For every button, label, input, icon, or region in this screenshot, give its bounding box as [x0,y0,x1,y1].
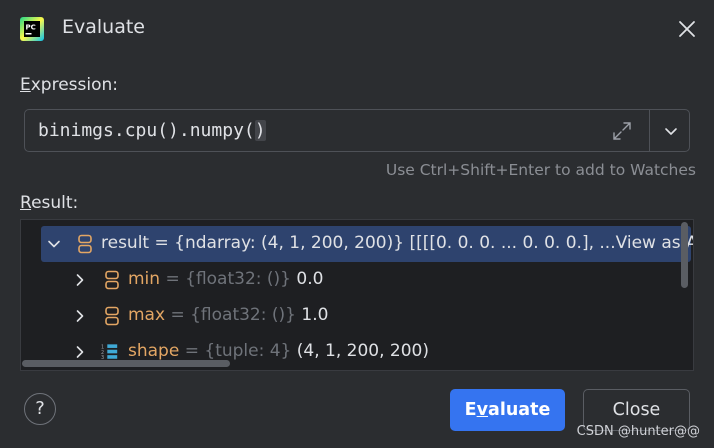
help-button[interactable]: ? [24,393,56,425]
variable-icon [78,234,92,254]
chevron-right-icon[interactable] [73,273,87,287]
horizontal-scrollbar[interactable] [22,360,230,367]
close-icon[interactable] [674,16,700,42]
matched-paren: ) [254,120,266,141]
expression-label: Expression: [20,75,119,95]
var-value: 0.0 [290,269,324,289]
expand-icon[interactable] [611,120,633,142]
numbered-list-icon: 1 2 3 [101,344,118,361]
variable-icon [105,306,119,326]
var-name: max [128,305,166,325]
vertical-scrollbar[interactable] [681,222,688,288]
result-tree[interactable]: result = {ndarray: (4, 1, 200, 200)} [[[… [20,219,694,371]
chevron-right-icon[interactable] [73,309,87,323]
var-name: result [101,233,150,253]
tree-row-min[interactable]: min = {float32: ()} 0.0 [21,262,677,298]
svg-text:PC: PC [26,24,36,32]
tree-row-result[interactable]: result = {ndarray: (4, 1, 200, 200)} [[[… [41,226,693,262]
var-name: shape [128,341,180,361]
var-name: min [128,269,161,289]
evaluate-button[interactable]: Evaluate [450,389,565,431]
watches-hint: Use Ctrl+Shift+Enter to add to Watches [385,161,696,179]
tree-row-max[interactable]: max = {float32: ()} 1.0 [21,298,677,334]
window-title: Evaluate [62,16,145,38]
var-value: (4, 1, 200, 200) [291,341,429,361]
var-type: {float32: ()} [185,269,291,289]
var-type: {tuple: 4} [204,341,292,361]
result-label: Result: [20,193,79,213]
watermark: CSDN @hunter@@ [576,424,700,439]
var-value: [[[[0. 0. 0. ... 0. 0. 0.], ... [404,233,616,253]
pycharm-logo-icon: PC [20,17,44,41]
var-type: {float32: ()} [190,305,296,325]
title-bar: PC Evaluate [0,0,714,58]
chevron-down-icon[interactable] [661,121,681,141]
expression-input[interactable]: binimgs.cpu().numpy() [24,109,690,152]
var-value: 1.0 [295,305,329,325]
variable-icon [105,270,119,290]
expression-code[interactable]: binimgs.cpu().numpy() [38,120,266,141]
chevron-down-icon[interactable] [47,237,61,251]
expression-divider [649,110,650,151]
var-type: {ndarray: (4, 1, 200, 200)} [174,233,405,253]
chevron-right-icon[interactable] [73,345,87,359]
